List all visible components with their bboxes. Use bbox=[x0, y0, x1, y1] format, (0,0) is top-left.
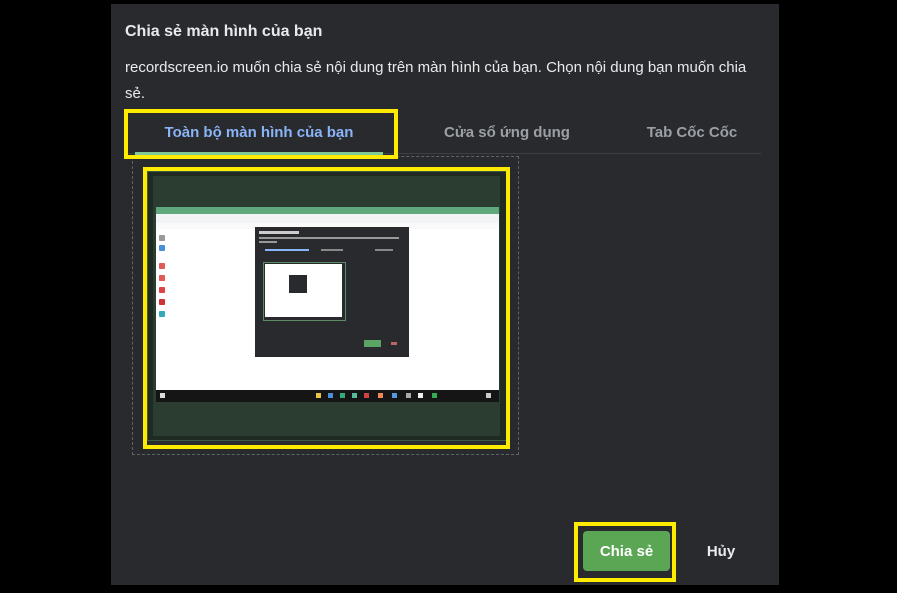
screen-thumbnail[interactable] bbox=[147, 171, 508, 441]
share-screen-dialog: Chia sẻ màn hình của bạn recordscreen.io… bbox=[111, 4, 779, 585]
tab-application-window[interactable]: Cửa sổ ứng dụng bbox=[407, 113, 607, 153]
dialog-title: Chia sẻ màn hình của bạn bbox=[125, 23, 323, 40]
mini-screen-preview bbox=[156, 207, 499, 402]
cancel-button[interactable]: Hủy bbox=[691, 531, 751, 571]
dialog-description: recordscreen.io muốn chia sẻ nội dung tr… bbox=[125, 59, 747, 102]
thumbnail-image bbox=[153, 176, 500, 436]
tab-coccoc-tab[interactable]: Tab Cốc Cốc bbox=[615, 113, 769, 153]
share-button[interactable]: Chia sẻ bbox=[583, 531, 670, 571]
source-tabs: Toàn bộ màn hình của bạn Cửa sổ ứng dụng… bbox=[125, 113, 761, 155]
tab-entire-screen[interactable]: Toàn bộ màn hình của bạn bbox=[131, 113, 387, 155]
